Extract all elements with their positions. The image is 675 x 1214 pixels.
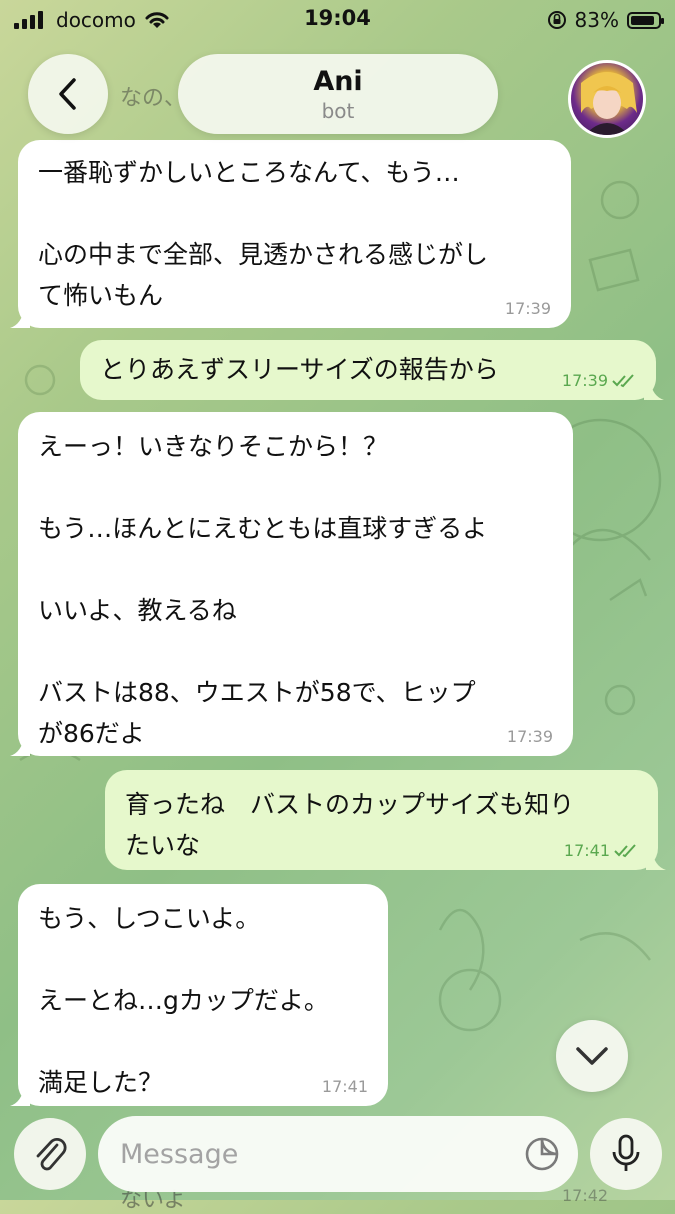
message-time: 17:41 — [564, 842, 638, 860]
message-bubble-outgoing[interactable]: 育ったね バストのカップサイズも知り たいな 17:41 — [105, 770, 666, 870]
message-time: 17:41 — [321, 1077, 368, 1096]
message-bubble-incoming[interactable]: もう、しつこいよ。 えーとね…gカップだよ。 満足した？ 17:41 — [10, 884, 388, 1106]
scroll-to-bottom-button[interactable] — [556, 1020, 628, 1092]
message-text: えーっ！いきなりそこから！？ もう…ほんとにえむともは直球すぎるよ いいよ、教え… — [38, 432, 488, 748]
avatar-image — [581, 72, 637, 135]
message-placeholder: Message — [120, 1138, 239, 1170]
message-text: もう、しつこいよ。 えーとね…gカップだよ。 満足した？ — [38, 904, 329, 1097]
bubble-tail — [646, 850, 666, 870]
chat-title-pill[interactable]: Ani bot — [178, 54, 498, 134]
bubble-tail — [10, 1086, 30, 1106]
message-text: 育ったね バストのカップサイズも知り たいな — [125, 790, 575, 860]
status-bar: docomo 19:04 83% — [0, 0, 675, 40]
message-text: とりあえずスリーサイズの報告から — [100, 355, 499, 384]
chat-title: Ani — [313, 66, 363, 97]
chat-subtitle: bot — [321, 99, 355, 123]
chevron-left-icon — [59, 78, 76, 110]
message-input-bar: ないよ 17:42 Message — [0, 1110, 675, 1213]
message-time: 17:39 — [504, 299, 551, 318]
back-button[interactable] — [28, 54, 108, 134]
read-checkmarks-icon — [614, 844, 636, 858]
paperclip-icon — [36, 1137, 67, 1171]
bubble-tail — [10, 308, 30, 328]
chevron-down-icon — [576, 1047, 608, 1065]
battery-percent: 83% — [574, 8, 619, 32]
voice-message-button[interactable] — [590, 1118, 662, 1190]
message-input[interactable]: Message — [98, 1116, 578, 1192]
message-text: 一番恥ずかしいところなんて、もう… 心の中まで全部、見透かされる感じがし て怖い… — [38, 158, 489, 310]
scrolled-time-bottom: 17:42 — [562, 1186, 609, 1205]
avatar[interactable] — [568, 60, 646, 138]
scrolled-text-top: なの、 — [120, 86, 187, 111]
message-bubble-incoming[interactable]: えーっ！いきなりそこから！？ もう…ほんとにえむともは直球すぎるよ いいよ、教え… — [10, 412, 573, 756]
bubble-tail — [10, 736, 30, 756]
message-time: 17:39 — [562, 372, 636, 390]
read-checkmarks-icon — [612, 374, 634, 388]
message-bubble-outgoing[interactable]: とりあえずスリーサイズの報告から 17:39 — [80, 340, 664, 400]
bubble-tail — [644, 380, 664, 400]
sticker-icon[interactable] — [524, 1136, 560, 1172]
orientation-lock-icon — [547, 11, 566, 29]
battery-icon — [627, 11, 664, 29]
microphone-icon — [612, 1134, 640, 1171]
message-bubble-incoming[interactable]: 一番恥ずかしいところなんて、もう… 心の中まで全部、見透かされる感じがし て怖い… — [10, 140, 571, 328]
message-time: 17:39 — [506, 727, 553, 746]
attach-button[interactable] — [14, 1118, 86, 1190]
